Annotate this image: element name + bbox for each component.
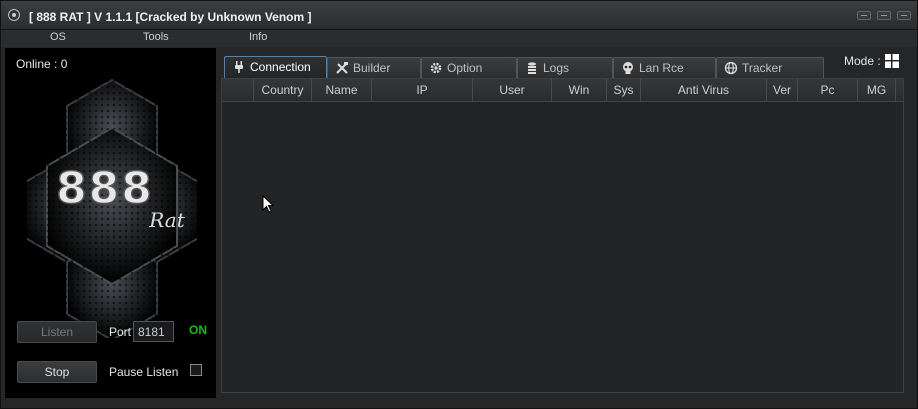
menu-bar: OS Tools Info bbox=[1, 30, 917, 47]
port-input[interactable] bbox=[133, 321, 174, 342]
tab-label: Option bbox=[447, 61, 483, 75]
connections-table[interactable]: Country Name IP User Win Sys Anti Virus … bbox=[221, 78, 904, 393]
listen-button[interactable]: Listen bbox=[17, 321, 97, 343]
minimize-button[interactable] bbox=[857, 11, 871, 20]
online-count: Online : 0 bbox=[16, 57, 68, 71]
table-header: Country Name IP User Win Sys Anti Virus … bbox=[222, 79, 903, 102]
tab-label: Connection bbox=[250, 60, 311, 74]
maximize-button[interactable] bbox=[877, 11, 891, 20]
port-label: Port bbox=[109, 325, 132, 339]
column-header-name[interactable]: Name bbox=[312, 79, 372, 101]
tab-label: Lan Rce bbox=[639, 61, 684, 75]
tab-label: Tracker bbox=[742, 61, 783, 75]
window-title: [ 888 RAT ] V 1.1.1 [Cracked by Unknown … bbox=[29, 10, 312, 24]
column-header-user[interactable]: User bbox=[473, 79, 552, 101]
tab-connection[interactable]: Connection bbox=[224, 56, 327, 78]
mode-label: Mode : bbox=[844, 54, 881, 68]
title-bar[interactable]: [ 888 RAT ] V 1.1.1 [Cracked by Unknown … bbox=[1, 1, 917, 30]
listen-status: ON bbox=[189, 323, 207, 337]
tab-lan-rce[interactable]: Lan Rce bbox=[613, 57, 716, 78]
column-header-ip[interactable]: IP bbox=[372, 79, 473, 101]
stop-button[interactable]: Stop bbox=[17, 361, 97, 383]
column-header-win[interactable]: Win bbox=[552, 79, 607, 101]
logo-word: Rat bbox=[148, 208, 185, 232]
main-window: [ 888 RAT ] V 1.1.1 [Cracked by Unknown … bbox=[0, 0, 918, 409]
tools-icon bbox=[335, 61, 349, 75]
pause-listen-label: Pause Listen bbox=[109, 365, 179, 379]
left-panel: Online : 0 888 Rat Listen Port 8181 ON S… bbox=[5, 48, 216, 398]
menu-info[interactable]: Info bbox=[249, 31, 267, 43]
skull-icon bbox=[621, 61, 635, 75]
column-header-mg[interactable]: MG bbox=[858, 79, 896, 101]
column-header-sys[interactable]: Sys bbox=[607, 79, 641, 101]
column-header-country[interactable]: Country bbox=[254, 79, 312, 101]
close-button[interactable] bbox=[897, 11, 911, 20]
tab-label: Logs bbox=[543, 61, 570, 75]
tab-option[interactable]: Option bbox=[421, 57, 517, 78]
column-header-select[interactable] bbox=[222, 79, 254, 101]
pause-listen-checkbox[interactable] bbox=[190, 364, 202, 376]
column-header-ver[interactable]: Ver bbox=[767, 79, 798, 101]
tab-builder[interactable]: Builder bbox=[327, 57, 421, 78]
tab-label: Builder bbox=[353, 61, 391, 75]
mouse-cursor-icon bbox=[262, 195, 274, 213]
tab-logs[interactable]: Logs bbox=[517, 57, 613, 78]
globe-icon bbox=[724, 61, 738, 75]
logo-image: 888 Rat bbox=[27, 78, 197, 338]
menu-tools[interactable]: Tools bbox=[143, 31, 169, 43]
window-controls bbox=[857, 11, 911, 20]
plug-icon bbox=[232, 60, 246, 74]
database-icon bbox=[525, 61, 539, 75]
menu-os[interactable]: OS bbox=[50, 31, 66, 43]
app-icon[interactable] bbox=[8, 9, 20, 21]
column-header-anti-virus[interactable]: Anti Virus bbox=[641, 79, 767, 101]
tab-tracker[interactable]: Tracker bbox=[716, 57, 824, 78]
gear-icon bbox=[429, 61, 443, 75]
logo-number: 888 bbox=[56, 163, 154, 214]
windows-logo-icon[interactable] bbox=[885, 54, 899, 68]
column-header-pc[interactable]: Pc bbox=[798, 79, 858, 101]
